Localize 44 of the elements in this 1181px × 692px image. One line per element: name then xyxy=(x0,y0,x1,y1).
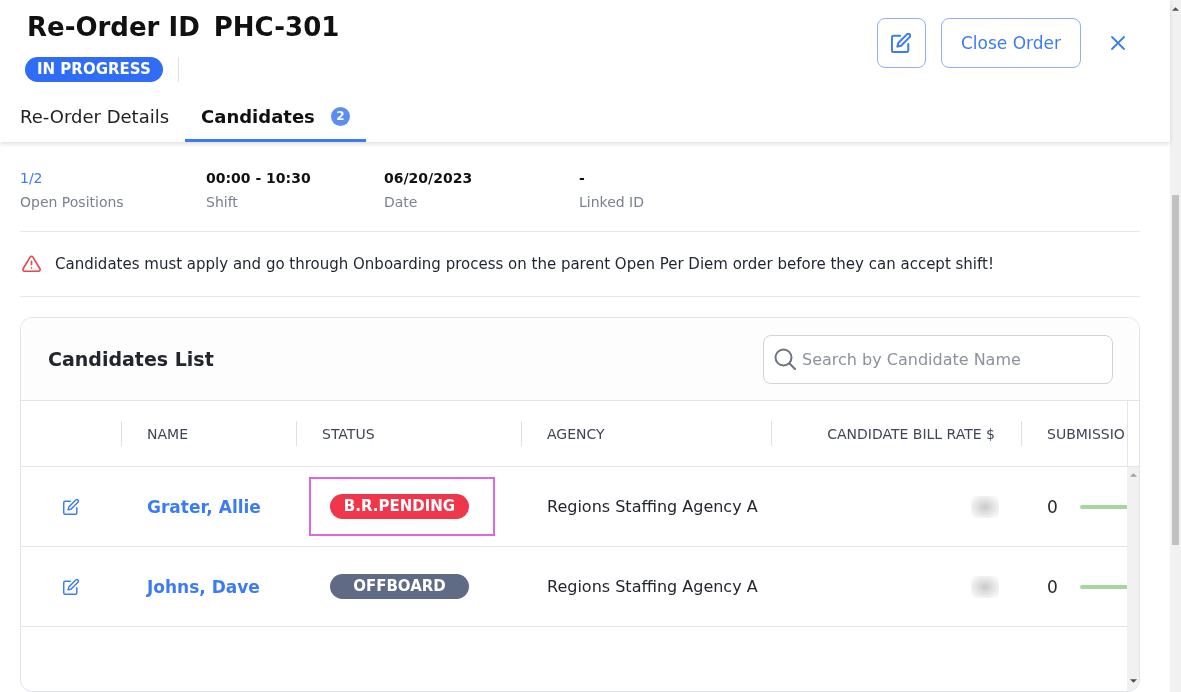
summary-value: - xyxy=(579,169,585,187)
summary-label: Open Positions xyxy=(20,193,124,212)
agency-cell: Regions Staffing Agency A xyxy=(547,577,758,596)
summary-value: 06/20/2023 xyxy=(384,169,473,187)
edit-icon[interactable] xyxy=(63,498,79,515)
candidate-name-link[interactable]: Johns, Dave xyxy=(147,576,260,597)
close-icon[interactable] xyxy=(1111,36,1125,50)
order-id: PHC-301 xyxy=(213,12,340,42)
table-scrollbar[interactable] xyxy=(1127,467,1139,691)
submissions-cell: 0 xyxy=(1047,576,1058,597)
edit-icon[interactable] xyxy=(63,578,79,595)
edit-button[interactable] xyxy=(876,18,926,68)
page-title: Re-Order ID xyxy=(27,12,200,42)
column-header[interactable]: AGENCY xyxy=(547,425,605,442)
summary-link[interactable]: 1/2 xyxy=(20,169,43,187)
search-field[interactable]: Search by Candidate Name xyxy=(763,334,1113,384)
progress-bar xyxy=(1079,584,1127,589)
agency-cell: Regions Staffing Agency A xyxy=(547,497,758,516)
tab[interactable]: Candidates 2 xyxy=(185,90,366,142)
count-badge: 2 xyxy=(330,106,350,126)
warning-message: Candidates must apply and go through Onboarding process on the parent Open Per Diem order before they can accept shift! xyxy=(55,255,994,273)
search-icon xyxy=(774,347,796,370)
status-badge: OFFBOARD xyxy=(330,574,469,599)
scroll-up-icon[interactable] xyxy=(1172,7,1179,11)
summary-label: Date xyxy=(384,193,418,212)
column-header[interactable]: NAME xyxy=(147,425,188,442)
scroll-down-icon[interactable] xyxy=(1129,679,1137,683)
summary-label: Linked ID xyxy=(579,193,645,212)
column-header[interactable]: CANDIDATE BILL RATE $ xyxy=(827,425,995,442)
candidate-name-link[interactable]: Grater, Allie xyxy=(147,496,261,517)
status-badge: IN PROGRESS xyxy=(25,57,163,82)
status-badge: B.R.PENDING xyxy=(330,494,469,519)
close-order-button[interactable]: Close Order xyxy=(940,18,1081,68)
column-header[interactable]: SUBMISSIO xyxy=(1047,425,1125,442)
tab[interactable]: Re-Order Details xyxy=(4,90,186,142)
page-scrollbar[interactable] xyxy=(1170,0,1181,692)
edit-icon xyxy=(891,33,912,53)
warning-icon xyxy=(22,255,41,273)
summary-value: 00:00 - 10:30 xyxy=(206,169,311,187)
submissions-cell: 0 xyxy=(1047,496,1058,517)
column-header[interactable]: STATUS xyxy=(322,425,375,442)
progress-bar xyxy=(1079,504,1127,509)
card-title: Candidates List xyxy=(48,348,214,370)
summary-label: Shift xyxy=(206,193,238,212)
